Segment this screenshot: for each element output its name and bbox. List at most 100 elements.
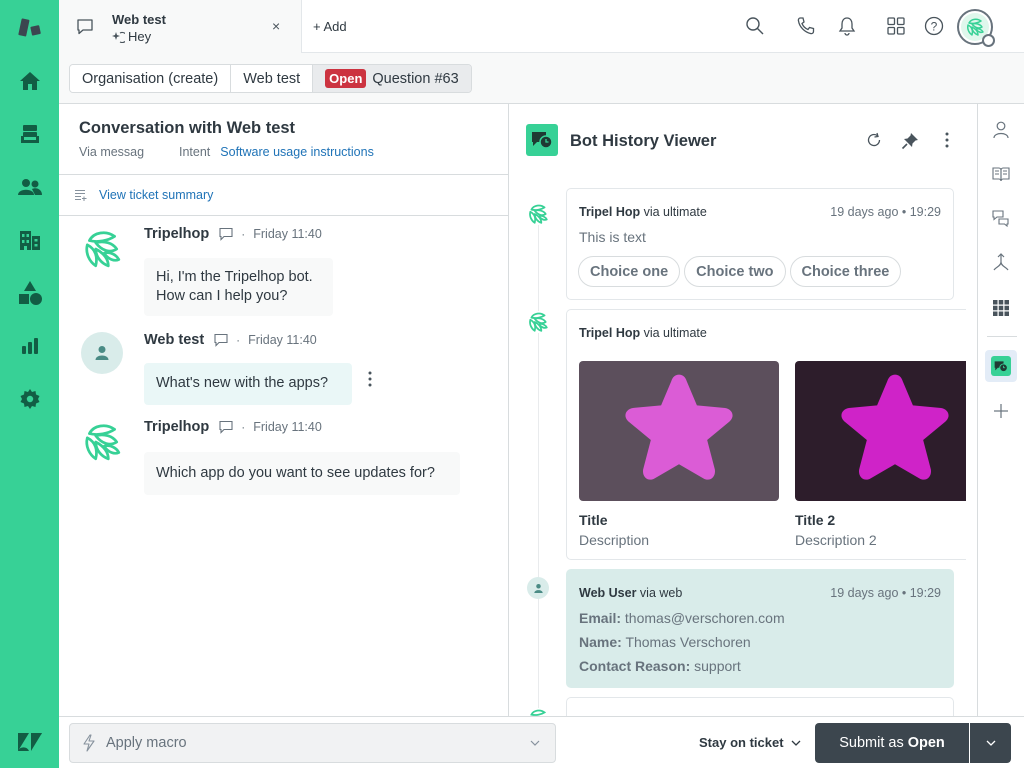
bell-icon[interactable] xyxy=(837,16,857,39)
message-time: Friday 11:40 xyxy=(253,420,322,434)
views-inbox-icon[interactable] xyxy=(0,112,59,156)
carousel-description: Description xyxy=(579,532,650,548)
submit-status: Open xyxy=(907,735,945,751)
bot-history-app-icon[interactable] xyxy=(985,350,1017,382)
message-time: Friday 11:40 xyxy=(253,227,322,241)
tab-title: Web test xyxy=(112,12,166,27)
close-tab-button[interactable]: × xyxy=(272,18,280,34)
bot-avatar xyxy=(81,421,123,463)
hop-logo-icon xyxy=(85,231,121,268)
message-line: Which app do you want to see updates for… xyxy=(156,465,435,481)
breadcrumb-requester[interactable]: Web test xyxy=(231,65,314,92)
zendesk-logo-icon[interactable] xyxy=(0,720,59,764)
field-value: support xyxy=(694,658,741,674)
field-value: Thomas Verschoren xyxy=(625,634,751,650)
breadcrumb-ticket[interactable]: Open Question #63 xyxy=(313,65,471,92)
message-line: How can I help you? xyxy=(156,288,288,304)
author-channel: via ultimate xyxy=(643,205,707,219)
help-icon[interactable]: ? xyxy=(924,16,944,39)
refresh-icon[interactable] xyxy=(866,132,882,151)
choice-button[interactable]: Choice three xyxy=(789,256,902,287)
more-options-icon[interactable] xyxy=(944,132,950,151)
conversations-icon[interactable] xyxy=(985,202,1017,234)
field-label: Email: xyxy=(579,610,622,626)
more-options-icon[interactable] xyxy=(367,371,373,390)
submit-prefix: Submit as xyxy=(839,735,904,751)
apps-icon[interactable] xyxy=(985,292,1017,324)
hop-logo-icon xyxy=(530,709,547,716)
add-tab-button[interactable]: + Add xyxy=(313,19,347,34)
knowledge-book-icon[interactable] xyxy=(985,158,1017,190)
add-app-icon[interactable] xyxy=(985,395,1017,427)
breadcrumb-organisation[interactable]: Organisation (create) xyxy=(70,65,232,92)
message-line: Hi, I'm the Tripelhop bot. xyxy=(156,269,313,285)
stay-on-ticket-dropdown[interactable]: Stay on ticket xyxy=(699,735,802,750)
carousel-image xyxy=(579,361,779,501)
status-badge: Open xyxy=(325,69,367,88)
user-profile-icon[interactable] xyxy=(985,114,1017,146)
user-avatar-button[interactable] xyxy=(957,9,995,47)
ticket-summary-row: View ticket summary xyxy=(59,175,508,216)
bot-avatar xyxy=(527,311,549,333)
submit-button[interactable]: Submit as Open xyxy=(815,723,969,763)
lightning-icon xyxy=(83,734,95,752)
view-ticket-summary-link[interactable]: View ticket summary xyxy=(99,188,213,202)
hop-logo-icon xyxy=(529,204,548,224)
field-contact-reason: Contact Reason: support xyxy=(579,658,741,674)
message-header: Tripelhop · Friday 11:40 xyxy=(144,226,322,242)
conversation-title: Conversation with Web test xyxy=(79,119,296,137)
carousel-image xyxy=(795,361,966,501)
apps-grid-icon[interactable] xyxy=(886,16,906,39)
conversation-meta: Via messaging Intent Software usage inst… xyxy=(79,145,488,159)
breadcrumb-bar: Organisation (create) Web test Open Ques… xyxy=(59,53,1024,104)
phone-icon[interactable] xyxy=(796,16,816,39)
intent-link[interactable]: Software usage instructions xyxy=(220,145,374,159)
carousel-description: Description 2 xyxy=(795,532,877,548)
pin-icon[interactable] xyxy=(901,132,919,153)
hop-logo-icon xyxy=(85,424,121,461)
author-name: Tripel Hop xyxy=(579,326,641,340)
message-bubble: What's new with the apps? xyxy=(144,363,352,405)
author-channel: via ultimate xyxy=(643,326,707,340)
merge-icon[interactable] xyxy=(985,246,1017,278)
apply-macro-dropdown[interactable]: Apply macro xyxy=(69,723,556,763)
chat-channel-icon xyxy=(219,420,233,434)
macro-placeholder: Apply macro xyxy=(106,735,187,751)
message-header: Tripelhop · Friday 11:40 xyxy=(144,419,322,435)
message-time: Friday 11:40 xyxy=(248,333,317,347)
tab-subtitle: Hey xyxy=(112,29,151,44)
tab-subtitle-text: Hey xyxy=(128,29,152,44)
carousel-title: Title xyxy=(579,512,608,528)
carousel-item[interactable]: Title 2 Description 2 xyxy=(795,361,966,548)
objects-shapes-icon[interactable] xyxy=(0,271,59,315)
ticket-tab[interactable]: Web test Hey × xyxy=(59,0,302,53)
author-channel: via web xyxy=(639,586,683,600)
search-icon[interactable] xyxy=(745,16,765,39)
choice-button[interactable]: Choice two xyxy=(684,256,786,287)
svg-text:?: ? xyxy=(931,20,938,34)
admin-settings-icon[interactable] xyxy=(0,377,59,421)
ticket-label: Question #63 xyxy=(372,70,459,87)
home-icon[interactable] xyxy=(0,59,59,103)
person-icon xyxy=(533,583,543,593)
rail-divider xyxy=(987,336,1017,337)
ticket-footer: Apply macro Stay on ticket Submit as Open xyxy=(59,716,1024,768)
user-avatar xyxy=(527,577,549,599)
intent-label: Intent xyxy=(179,145,211,159)
zendesk-product-logo-icon[interactable] xyxy=(0,6,59,50)
choice-list: Choice one Choice two Choice three xyxy=(578,256,902,287)
reporting-icon[interactable] xyxy=(0,324,59,368)
message-bubble: Which app do you want to see updates for… xyxy=(144,452,460,495)
message-line: What's new with the apps? xyxy=(156,375,329,391)
hop-logo-icon xyxy=(529,312,548,332)
timeline-line xyxy=(538,214,539,716)
customers-icon[interactable] xyxy=(0,165,59,209)
main-nav xyxy=(0,0,59,768)
submit-options-button[interactable] xyxy=(970,723,1011,763)
star-icon xyxy=(625,374,733,480)
breadcrumb: Organisation (create) Web test Open Ques… xyxy=(69,64,472,93)
field-email: Email: thomas@verschoren.com xyxy=(579,610,785,626)
organizations-icon[interactable] xyxy=(0,218,59,262)
choice-button[interactable]: Choice one xyxy=(578,256,681,287)
carousel-item[interactable]: Title Description xyxy=(579,361,779,548)
